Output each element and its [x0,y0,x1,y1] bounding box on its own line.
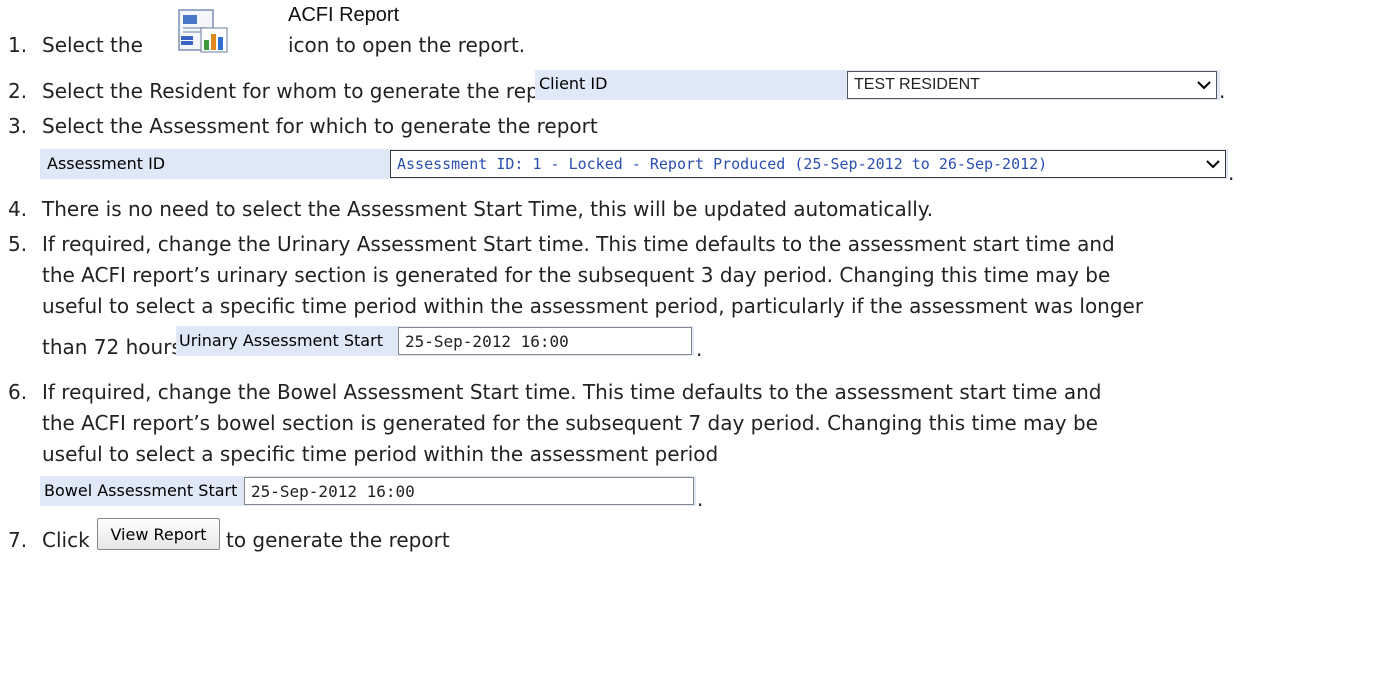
step-6-end: . [697,487,704,511]
step-6-line-2: the ACFI report’s bowel section is gener… [42,411,1098,435]
report-icon[interactable] [175,8,229,54]
bowel-start-label: Bowel Assessment Start [44,481,238,500]
step-7-number: 7. [8,528,28,552]
client-id-label: Client ID [539,74,608,93]
report-label: ACFI Report [288,4,400,26]
step-1-text-pre: Select the [42,33,143,57]
step-5-end: . [696,337,703,361]
view-report-button[interactable]: View Report [97,518,220,550]
step-5-number: 5. [8,232,28,256]
step-7-text-post: to generate the report [226,528,450,552]
step-2-end: . [1219,79,1226,103]
step-1-number: 1. [8,33,28,57]
step-3-text: Select the Assessment for which to gener… [42,114,598,138]
step-5-line-2: the ACFI report’s urinary section is gen… [42,263,1111,287]
step-6-number: 6. [8,380,28,404]
step-3-end: . [1228,161,1235,185]
step-4-number: 4. [8,197,28,221]
assessment-id-label: Assessment ID [47,154,166,173]
step-1-text-post: icon to open the report. [288,33,526,57]
step-2-text: Select the Resident for whom to generate… [42,79,568,103]
step-4-text: There is no need to select the Assessmen… [42,197,934,221]
chevron-down-icon [1201,151,1225,177]
step-2-number: 2. [8,79,28,103]
step-5-line-3: useful to select a specific time period … [42,294,1144,318]
assessment-id-value: Assessment ID: 1 - Locked - Report Produ… [397,155,1048,173]
client-id-select[interactable]: TEST RESIDENT [847,71,1217,99]
step-5-line-1: If required, change the Urinary Assessme… [42,232,1115,256]
urinary-start-input[interactable]: 25-Sep-2012 16:00 [398,327,692,355]
step-6-line-1: If required, change the Bowel Assessment… [42,380,1102,404]
client-id-value: TEST RESIDENT [854,76,980,93]
step-7-text-pre: Click [42,528,90,552]
assessment-id-select[interactable]: Assessment ID: 1 - Locked - Report Produ… [390,150,1226,178]
step-5-line-4: than 72 hours [42,335,182,359]
urinary-start-label: Urinary Assessment Start [179,331,383,350]
bowel-start-input[interactable]: 25-Sep-2012 16:00 [244,477,694,505]
chevron-down-icon [1192,72,1216,98]
step-3-number: 3. [8,114,28,138]
step-6-line-3: useful to select a specific time period … [42,442,719,466]
